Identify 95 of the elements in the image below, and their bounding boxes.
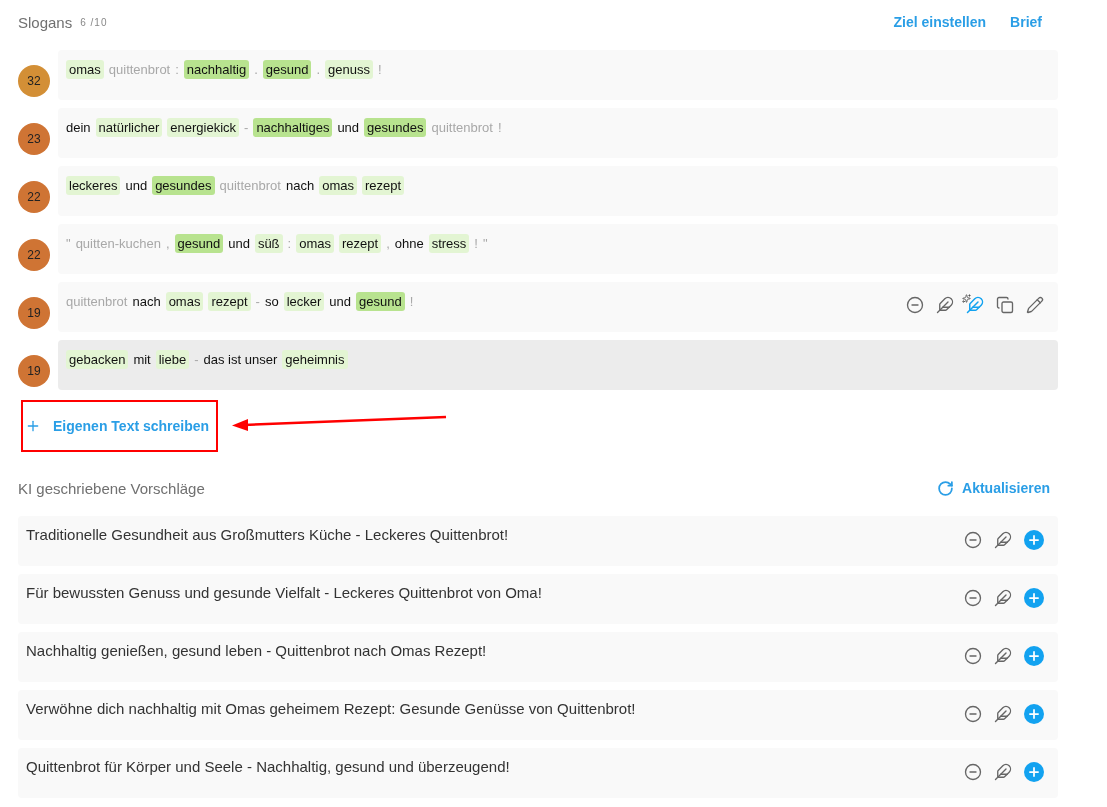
keyword-tag: stress xyxy=(428,234,470,253)
slogan-word: ohne xyxy=(394,235,424,253)
suggestion-text: Für bewussten Genuss und gesunde Vielfalt - Leckeres Quittenbrot von Oma! xyxy=(26,584,543,601)
refresh-icon xyxy=(937,479,955,497)
keyword-tag: gebacken xyxy=(66,350,129,369)
feather-icon[interactable] xyxy=(994,531,1012,549)
slogan-word: mit xyxy=(133,351,151,369)
pencil-icon[interactable] xyxy=(1026,296,1044,314)
slogan-word: nach xyxy=(285,177,315,195)
minus-circle-icon[interactable] xyxy=(964,531,982,549)
keyword-tag: rezept xyxy=(339,234,382,253)
feather-icon[interactable] xyxy=(936,296,954,314)
feather-icon[interactable] xyxy=(994,647,1012,665)
slogan-word: quittenbrot xyxy=(108,61,171,79)
keyword-tag: omas xyxy=(165,292,204,311)
keyword-tag: gesundes xyxy=(364,118,427,137)
minus-circle-icon[interactable] xyxy=(964,647,982,665)
slogan-card[interactable]: " quitten-kuchen , gesund und süß : omas rezept , ohne stress ! " xyxy=(58,224,1058,274)
keyword-tag: lecker xyxy=(283,292,325,311)
keyword-tag: omas xyxy=(319,176,357,195)
section-title: Slogans xyxy=(18,13,73,31)
feather-icon[interactable] xyxy=(994,763,1012,781)
suggestion-text: Quittenbrot für Körper und Seele - Nachhaltig, gesund und überzeugend! xyxy=(26,758,511,775)
slogan-word: ! xyxy=(377,61,382,79)
slogan-word: " xyxy=(482,235,488,253)
keyword-tag: genuss xyxy=(325,60,373,79)
keyword-tag: natürlicher xyxy=(95,118,163,137)
minus-circle-icon[interactable] xyxy=(964,705,982,723)
slogan-word: quitten-kuchen xyxy=(75,235,161,253)
section-title: KI geschriebene Vorschläge xyxy=(18,479,205,497)
slogan-word: , xyxy=(386,235,390,253)
keyword-tag: omas xyxy=(66,60,104,79)
slogan-word: und xyxy=(125,177,148,195)
keyword-tag: nachhaltiges xyxy=(253,118,333,137)
slogan-card[interactable]: dein natürlicher energiekick - nachhaltiges und gesundes quittenbrot ! xyxy=(58,108,1058,158)
slogan-word: . xyxy=(254,61,258,79)
slogan-word: und xyxy=(337,119,360,137)
slogan-word: , xyxy=(165,235,170,253)
minus-circle-icon[interactable] xyxy=(964,589,982,607)
suggestion-text: Nachhaltig genießen, gesund leben - Quittenbrot nach Omas Rezept! xyxy=(26,642,488,659)
feather-icon[interactable] xyxy=(994,589,1012,607)
plus-icon xyxy=(25,418,41,434)
feather-icon[interactable] xyxy=(994,705,1012,723)
slogan-word: das ist unser xyxy=(203,351,278,369)
keyword-tag: rezept xyxy=(361,176,405,195)
slogan-word: so xyxy=(264,293,279,311)
keyword-tag: liebe xyxy=(155,350,190,369)
slogan-word: und xyxy=(228,235,250,253)
slogan-word: quittenbrot xyxy=(431,119,493,137)
minus-circle-icon[interactable] xyxy=(964,763,982,781)
slogan-word: " xyxy=(66,235,71,253)
score-badge: 22 xyxy=(18,239,50,271)
minus-circle-icon[interactable] xyxy=(906,296,924,314)
keyword-tag: nachhaltig xyxy=(183,60,250,79)
keyword-tag: energiekick xyxy=(167,118,240,137)
slogan-card[interactable]: leckeres und gesundes quittenbrot nach omas rezept xyxy=(58,166,1058,216)
slogan-word: : xyxy=(287,235,292,253)
suggestion-text: Verwöhne dich nachhaltig mit Omas geheimem Rezept: Gesunde Genüsse von Quittenbrot! xyxy=(26,700,637,717)
keyword-tag: gesund xyxy=(174,234,224,253)
keyword-tag: leckeres xyxy=(66,176,121,195)
slogan-word: und xyxy=(329,293,352,311)
slogan-word: quittenbrot xyxy=(66,293,128,311)
slogan-word: : xyxy=(175,61,179,79)
keyword-tag: omas xyxy=(296,234,334,253)
keyword-tag: süß xyxy=(254,234,283,253)
slogan-word: . xyxy=(316,61,321,79)
slogan-word: - xyxy=(244,119,249,137)
slogan-word: ! xyxy=(497,119,502,137)
add-icon[interactable] xyxy=(1024,530,1044,550)
score-badge: 22 xyxy=(18,181,50,213)
slogan-word: nach xyxy=(132,293,161,311)
slogan-word: ! xyxy=(409,293,414,311)
score-badge: 19 xyxy=(18,297,50,329)
slogan-word: - xyxy=(255,293,260,311)
slogan-word: - xyxy=(194,351,199,369)
suggestion-text: Traditionelle Gesundheit aus Großmutters Küche - Leckeres Quittenbrot! xyxy=(26,526,510,543)
slogan-card[interactable]: gebacken mit liebe - das ist unser geheimnis xyxy=(58,340,1058,390)
copy-icon[interactable] xyxy=(996,296,1014,314)
score-badge: 32 xyxy=(18,65,50,97)
slogan-word: quittenbrot xyxy=(219,177,281,195)
keyword-tag: gesund xyxy=(262,60,312,79)
add-icon[interactable] xyxy=(1024,588,1044,608)
add-icon[interactable] xyxy=(1024,762,1044,782)
score-badge: 19 xyxy=(18,355,50,387)
slogan-word: dein xyxy=(66,119,91,137)
slogan-card[interactable]: omas quittenbrot : nachhaltig . gesund . genuss ! xyxy=(58,50,1058,100)
score-badge: 23 xyxy=(18,123,50,155)
slogan-word: ! xyxy=(474,235,478,253)
keyword-tag: gesundes xyxy=(152,176,215,195)
slogan-count: 6 /10 xyxy=(80,16,108,28)
keyword-tag: geheimnis xyxy=(282,350,348,369)
keyword-tag: gesund xyxy=(356,292,405,311)
add-icon[interactable] xyxy=(1024,646,1044,666)
keyword-tag: rezept xyxy=(208,292,251,311)
add-icon[interactable] xyxy=(1024,704,1044,724)
